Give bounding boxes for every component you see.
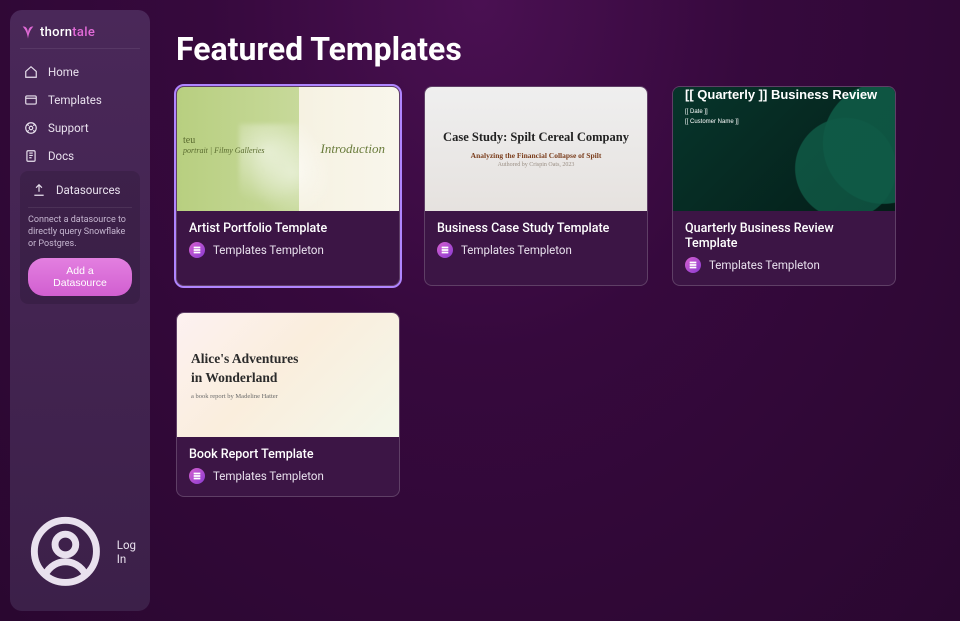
thumb-text: teu bbox=[183, 135, 265, 146]
template-title: Book Report Template bbox=[189, 447, 387, 462]
nav-label: Templates bbox=[48, 93, 102, 107]
datasources-panel: Datasources Connect a datasource to dire… bbox=[20, 171, 140, 304]
thumb-text: [[ Date ]] bbox=[685, 108, 739, 118]
template-author: Templates Templeton bbox=[213, 469, 324, 483]
template-author: Templates Templeton bbox=[461, 243, 572, 257]
nav-item-templates[interactable]: Templates bbox=[20, 87, 140, 113]
brand-name: thorntale bbox=[40, 25, 95, 40]
template-card-case-study[interactable]: Case Study: Spilt Cereal Company Analyzi… bbox=[424, 86, 648, 286]
template-author: Templates Templeton bbox=[709, 258, 820, 272]
sidebar: thorntale Home Templates Support bbox=[10, 10, 150, 611]
templates-icon bbox=[24, 93, 38, 107]
home-icon bbox=[24, 65, 38, 79]
main-content: Featured Templates teu portrait | Filmy … bbox=[150, 0, 960, 621]
thumb-text: Case Study: Spilt Cereal Company bbox=[443, 130, 629, 145]
brand-logo-icon bbox=[20, 24, 36, 40]
author-avatar-icon bbox=[189, 242, 205, 258]
author-avatar-icon bbox=[685, 257, 701, 273]
nav-label: Home bbox=[48, 65, 79, 79]
template-thumbnail: [[ Quarterly ]] Business Review [[ Date … bbox=[673, 87, 895, 211]
nav-item-docs[interactable]: Docs bbox=[20, 143, 140, 169]
template-card-qbr[interactable]: [[ Quarterly ]] Business Review [[ Date … bbox=[672, 86, 896, 286]
template-thumbnail: Alice's Adventures in Wonderland a book … bbox=[177, 313, 399, 437]
template-thumbnail: Case Study: Spilt Cereal Company Analyzi… bbox=[425, 87, 647, 211]
template-thumbnail: teu portrait | Filmy Galleries Introduct… bbox=[177, 87, 399, 211]
docs-icon bbox=[24, 149, 38, 163]
nav-label: Support bbox=[48, 121, 89, 135]
thumb-text: Analyzing the Financial Collapse of Spil… bbox=[471, 151, 602, 160]
primary-nav: Home Templates Support Docs bbox=[20, 59, 140, 169]
thumb-text: Introduction bbox=[320, 141, 385, 157]
datasources-header: Datasources bbox=[28, 179, 132, 203]
thumb-text: a book report by Madeline Hatter bbox=[191, 393, 278, 400]
thumb-text: [[ Customer Name ]] bbox=[685, 118, 739, 128]
thumb-text: in Wonderland bbox=[191, 369, 298, 387]
support-icon bbox=[24, 121, 38, 135]
datasources-help-text: Connect a datasource to directly query S… bbox=[28, 214, 132, 250]
thumb-text: Authored by Crispin Oats, 2023 bbox=[498, 162, 575, 168]
template-author: Templates Templeton bbox=[213, 243, 324, 257]
template-card-book-report[interactable]: Alice's Adventures in Wonderland a book … bbox=[176, 312, 400, 497]
login-label: Log In bbox=[117, 538, 136, 566]
template-title: Quarterly Business Review Template bbox=[685, 221, 883, 251]
add-datasource-button[interactable]: Add a Datasource bbox=[28, 258, 132, 296]
thumb-text: Alice's Adventures bbox=[191, 350, 298, 368]
thumb-text: [[ Quarterly ]] Business Review bbox=[685, 87, 877, 102]
author-avatar-icon bbox=[189, 468, 205, 484]
brand[interactable]: thorntale bbox=[20, 22, 140, 49]
upload-icon bbox=[32, 183, 46, 197]
datasources-label: Datasources bbox=[56, 183, 121, 197]
nav-item-home[interactable]: Home bbox=[20, 59, 140, 85]
template-title: Artist Portfolio Template bbox=[189, 221, 387, 236]
template-grid: teu portrait | Filmy Galleries Introduct… bbox=[176, 86, 934, 497]
author-avatar-icon bbox=[437, 242, 453, 258]
template-card-artist[interactable]: teu portrait | Filmy Galleries Introduct… bbox=[176, 86, 400, 286]
login-button[interactable]: Log In bbox=[20, 504, 140, 599]
login-icon bbox=[24, 510, 107, 593]
template-title: Business Case Study Template bbox=[437, 221, 635, 236]
nav-label: Docs bbox=[48, 149, 74, 163]
nav-item-support[interactable]: Support bbox=[20, 115, 140, 141]
thumb-text: portrait | Filmy Galleries bbox=[183, 146, 265, 155]
page-title: Featured Templates bbox=[176, 30, 934, 68]
